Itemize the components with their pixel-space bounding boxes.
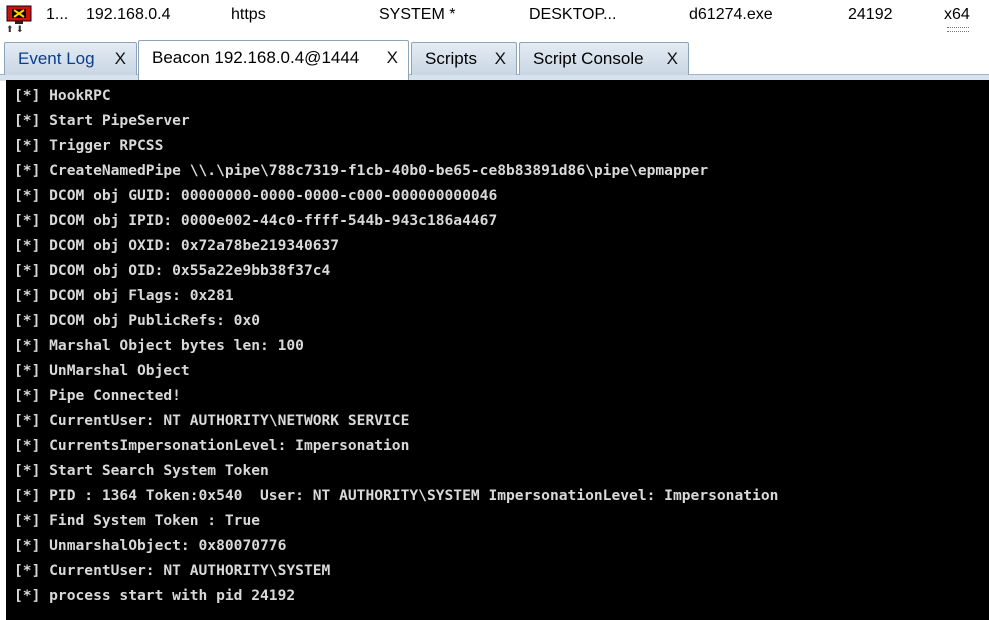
console-line: [*] DCOM obj OXID: 0x72a78be219340637 — [14, 237, 340, 254]
console-line: [*] Marshal Object bytes len: 100 — [14, 337, 304, 354]
console-line: [*] HookRPC — [14, 87, 111, 104]
console-line: [*] Pipe Connected! — [14, 387, 181, 404]
console-line: [*] DCOM obj OID: 0x55a22e9bb38f37c4 — [14, 262, 331, 279]
tab-event-log[interactable]: Event Log X — [4, 42, 137, 75]
tab-script-console-label: Script Console — [533, 49, 644, 68]
console-line: [*] UnmarshalObject: 0x80070776 — [14, 537, 287, 554]
console-lines: [*] HookRPC [*] Start PipeServer [*] Tri… — [6, 80, 989, 608]
console-line: [*] DCOM obj IPID: 0000e002-44c0-ffff-54… — [14, 212, 498, 229]
session-listener: https — [231, 6, 266, 23]
console-line: [*] CurrentsImpersonationLevel: Imperson… — [14, 437, 410, 454]
tab-scripts-close-icon[interactable]: X — [495, 49, 506, 69]
tab-script-console[interactable]: Script Console X — [519, 42, 689, 75]
beacon-computer-icon — [6, 5, 32, 24]
console-line: [*] DCOM obj PublicRefs: 0x0 — [14, 312, 261, 329]
console-line: [*] DCOM obj Flags: 0x281 — [14, 287, 234, 304]
tab-beacon-label: Beacon 192.168.0.4@1444 — [152, 47, 360, 67]
console-line: [*] Trigger RPCSS — [14, 137, 164, 154]
session-computer: DESKTOP... — [529, 6, 617, 23]
tab-scripts[interactable]: Scripts X — [411, 42, 517, 75]
console-line: [*] UnMarshal Object — [14, 362, 190, 379]
console-line: [*] CurrentUser: NT AUTHORITY\SYSTEM — [14, 562, 331, 579]
session-internal-ip: 192.168.0.4 — [86, 6, 171, 23]
session-user: SYSTEM * — [379, 6, 456, 23]
session-arch: x64 — [944, 6, 970, 23]
tab-scripts-label: Scripts — [425, 49, 477, 68]
tab-beacon-close-icon[interactable]: X — [387, 48, 398, 68]
session-pid: 24192 — [848, 6, 893, 23]
console-line: [*] Find System Token : True — [14, 512, 261, 529]
console-line: [*] CurrentUser: NT AUTHORITY\NETWORK SE… — [14, 412, 410, 429]
session-process: d61274.exe — [689, 6, 773, 23]
console-line: [*] Start Search System Token — [14, 462, 269, 479]
session-id: 1... — [46, 6, 69, 23]
tab-beacon[interactable]: Beacon 192.168.0.4@1444 X — [138, 40, 409, 80]
console-line: [*] process start with pid 24192 — [14, 587, 296, 604]
tab-event-log-label: Event Log — [18, 49, 95, 68]
console-line: [*] PID : 1364 Token:0x540 User: NT AUTH… — [14, 487, 779, 504]
console-line: [*] Start PipeServer — [14, 112, 190, 129]
tab-event-log-close-icon[interactable]: X — [115, 49, 126, 69]
console-line: [*] CreateNamedPipe \\.\pipe\788c7319-f1… — [14, 162, 709, 179]
beacon-console-output[interactable]: [*] HookRPC [*] Start PipeServer [*] Tri… — [6, 80, 989, 620]
tab-script-console-close-icon[interactable]: X — [667, 49, 678, 69]
session-table-row[interactable]: 1... 192.168.0.4 https SYSTEM * DESKTOP.… — [0, 0, 989, 34]
console-line: [*] DCOM obj GUID: 00000000-0000-0000-c0… — [14, 187, 498, 204]
